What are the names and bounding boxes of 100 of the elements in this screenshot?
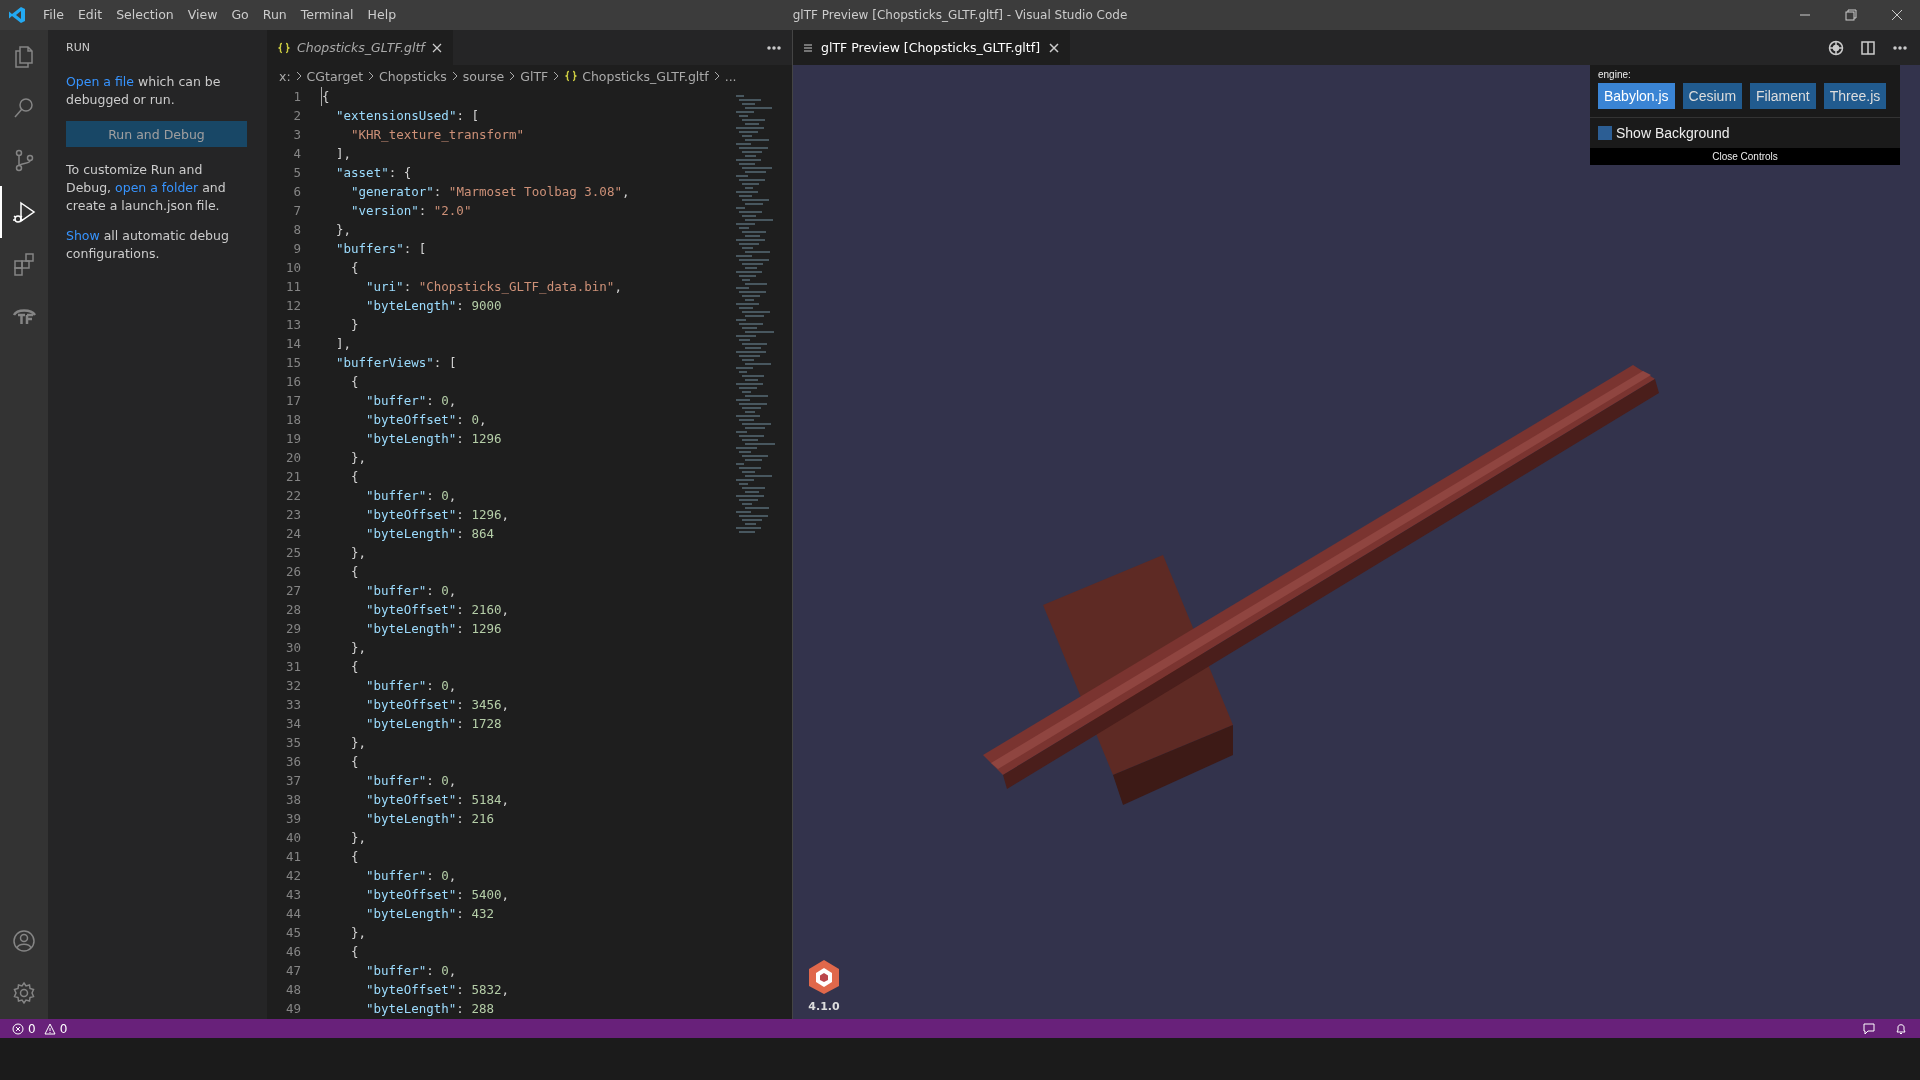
code-line: "byteOffset": 5400, bbox=[365, 886, 509, 904]
line-number: 45 bbox=[284, 924, 302, 942]
menu-item[interactable]: Selection bbox=[109, 0, 181, 30]
code-line: "byteOffset": 2160, bbox=[365, 601, 509, 619]
preview-icon bbox=[803, 42, 813, 53]
link[interactable]: open a folder bbox=[115, 180, 199, 195]
menu-item[interactable]: Go bbox=[224, 0, 256, 30]
line-number: 38 bbox=[284, 791, 302, 809]
line-number: 35 bbox=[284, 734, 302, 752]
link[interactable]: Open a file bbox=[66, 74, 135, 89]
line-number: 4 bbox=[292, 145, 302, 163]
line-number: 32 bbox=[284, 677, 302, 695]
code-line: }, bbox=[350, 544, 367, 562]
line-number: 26 bbox=[284, 563, 302, 581]
menu-item[interactable]: Terminal bbox=[293, 0, 361, 30]
feedback-icon[interactable] bbox=[1862, 1021, 1876, 1036]
engine-button[interactable]: Babylon.js bbox=[1598, 83, 1675, 109]
menu-item[interactable]: Help bbox=[360, 0, 404, 30]
close-icon[interactable] bbox=[1048, 41, 1060, 54]
account-icon[interactable] bbox=[11, 928, 37, 954]
code-line: "buffer": 0, bbox=[365, 867, 457, 885]
engine-button[interactable]: Filament bbox=[1750, 83, 1816, 109]
engine-label: engine: bbox=[1597, 69, 1632, 80]
line-number: 21 bbox=[284, 468, 302, 486]
line-number: 6 bbox=[292, 183, 302, 201]
code-line: "byteOffset": 5184, bbox=[365, 791, 509, 809]
breadcrumb[interactable]: GlTF bbox=[520, 68, 549, 84]
menu-item[interactable]: File bbox=[36, 0, 71, 30]
line-number: 33 bbox=[284, 696, 302, 714]
error-icon[interactable] bbox=[12, 1022, 24, 1035]
chevron-right-icon bbox=[712, 71, 721, 81]
breadcrumb[interactable]: sourse bbox=[462, 68, 505, 84]
menu-item[interactable]: Edit bbox=[70, 0, 110, 30]
line-number: 44 bbox=[284, 905, 302, 923]
editor-tab[interactable]: glTF Preview [Chopsticks_GLTF.gltf] bbox=[793, 30, 1070, 65]
tab-label: glTF Preview [Chopsticks_GLTF.gltf] bbox=[821, 40, 1040, 55]
line-number: 16 bbox=[284, 373, 302, 391]
code-line: "byteLength": 216 bbox=[365, 810, 494, 828]
error-count[interactable]: 0 bbox=[28, 1021, 36, 1036]
bell-icon[interactable] bbox=[1894, 1021, 1908, 1036]
line-number: 18 bbox=[284, 411, 302, 429]
line-number: 14 bbox=[284, 335, 302, 353]
checkbox-label: Show Background bbox=[1616, 125, 1730, 141]
settings-gear-icon[interactable] bbox=[11, 980, 37, 1006]
code-line: "asset": { bbox=[335, 164, 412, 182]
vscode-logo-icon bbox=[8, 6, 26, 24]
breadcrumb[interactable]: Chopsticks_GLTF.gltf bbox=[582, 68, 709, 84]
code-line: }, bbox=[350, 924, 367, 942]
run-and-debug-button[interactable]: Run and Debug bbox=[66, 121, 247, 147]
code-line: "byteLength": 1296 bbox=[365, 620, 502, 638]
run-debug-icon[interactable] bbox=[11, 199, 37, 225]
line-number: 25 bbox=[284, 544, 302, 562]
code-line: "buffer": 0, bbox=[365, 582, 457, 600]
code-line: "byteLength": 1296 bbox=[365, 430, 502, 448]
code-line: ], bbox=[335, 145, 352, 163]
code-line: ], bbox=[335, 335, 352, 353]
line-number: 28 bbox=[284, 601, 302, 619]
line-number: 42 bbox=[284, 867, 302, 885]
breadcrumb[interactable]: x: bbox=[279, 68, 291, 84]
code-line: "uri": "Chopsticks_GLTF_data.bin", bbox=[365, 278, 622, 296]
close-icon[interactable] bbox=[430, 41, 443, 54]
line-number: 8 bbox=[292, 221, 302, 239]
line-number: 37 bbox=[284, 772, 302, 790]
code-line: { bbox=[350, 563, 359, 581]
code-line: }, bbox=[350, 829, 367, 847]
breadcrumb[interactable]: CGtarget bbox=[306, 68, 364, 84]
menu-item[interactable]: View bbox=[180, 0, 225, 30]
code-line: { bbox=[350, 753, 359, 771]
warning-count[interactable]: 0 bbox=[59, 1021, 68, 1036]
debug-icon[interactable] bbox=[1828, 39, 1844, 56]
breadcrumb[interactable]: ... bbox=[724, 68, 737, 84]
help-text: Open a file which can be debugged or run. bbox=[66, 73, 222, 109]
breadcrumb[interactable]: Chopsticks bbox=[379, 68, 447, 84]
code-line: "byteOffset": 0, bbox=[365, 411, 487, 429]
code-line: "buffers": [ bbox=[335, 240, 427, 258]
engine-button[interactable]: Cesium bbox=[1682, 83, 1743, 109]
editor-tab[interactable]: Chopsticks_GLTF.gltf bbox=[267, 30, 453, 65]
code-line: "buffer": 0, bbox=[365, 677, 457, 695]
warning-icon[interactable] bbox=[43, 1022, 56, 1035]
checkbox[interactable] bbox=[1598, 126, 1612, 140]
code-line: "byteLength": 1728 bbox=[365, 715, 502, 733]
code-line: "byteLength": 9000 bbox=[365, 297, 502, 315]
code-line: { bbox=[350, 943, 359, 961]
menu-item[interactable]: Run bbox=[255, 0, 294, 30]
line-number: 30 bbox=[284, 639, 302, 657]
code-line: "generator": "Marmoset Toolbag 3.08", bbox=[350, 183, 630, 201]
split-editor-icon[interactable] bbox=[1860, 39, 1876, 56]
engine-button[interactable]: Three.js bbox=[1823, 83, 1887, 109]
help-text: Show all automatic debug configurations. bbox=[66, 227, 230, 263]
code-line: "version": "2.0" bbox=[350, 202, 472, 220]
code-line: }, bbox=[350, 639, 367, 657]
line-number: 1 bbox=[292, 88, 302, 106]
close-controls-button[interactable]: Close Controls bbox=[1590, 148, 1900, 165]
extensions-icon[interactable] bbox=[11, 251, 37, 277]
line-number: 5 bbox=[292, 164, 302, 182]
code-line: }, bbox=[350, 734, 367, 752]
code-line: "extensionsUsed": [ bbox=[335, 107, 479, 125]
link[interactable]: Show bbox=[66, 228, 100, 243]
code-line: { bbox=[350, 658, 359, 676]
line-number: 47 bbox=[284, 962, 302, 980]
